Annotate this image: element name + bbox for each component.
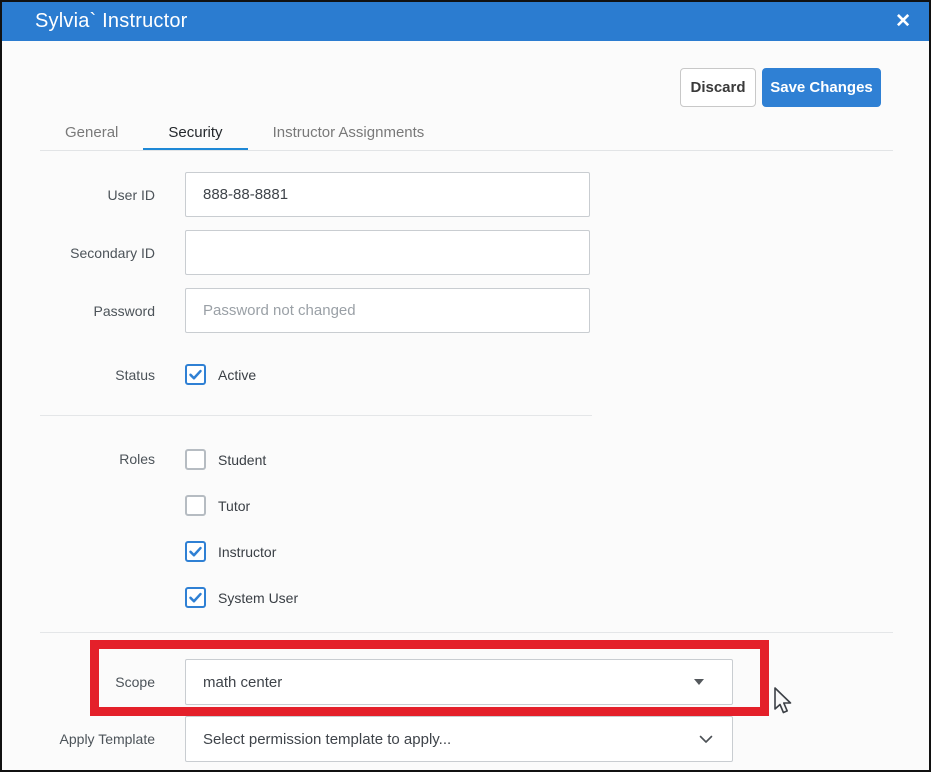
secondary-id-row: Secondary ID <box>40 230 590 275</box>
checkmark-icon <box>189 592 202 603</box>
discard-button[interactable]: Discard <box>680 68 756 107</box>
role-student-label: Student <box>218 451 267 468</box>
dialog-title: Sylvia` Instructor <box>35 10 188 32</box>
tab-security[interactable]: Security <box>143 113 248 151</box>
user-id-input[interactable] <box>185 172 590 217</box>
secondary-id-label: Secondary ID <box>70 244 155 261</box>
tab-instructor-assignments-label: Instructor Assignments <box>272 123 425 141</box>
scope-select[interactable]: math center <box>185 659 733 705</box>
save-changes-button[interactable]: Save Changes <box>762 68 881 107</box>
tab-bar: General Security Instructor Assignments <box>40 113 449 151</box>
checkmark-icon <box>189 369 202 380</box>
checkbox-checked-icon[interactable] <box>185 364 206 385</box>
role-system-user-label: System User <box>218 589 299 606</box>
tab-security-label: Security <box>168 123 223 141</box>
roles-row: Roles Student Tutor Instructor System Us… <box>40 449 298 608</box>
role-tutor-label: Tutor <box>218 497 251 514</box>
apply-template-select[interactable]: Select permission template to apply... <box>185 716 733 762</box>
dialog-actions: Discard Save Changes <box>680 68 881 107</box>
user-id-row: User ID <box>40 172 590 217</box>
checkbox-checked-icon[interactable] <box>185 541 206 562</box>
apply-template-row: Apply Template Select permission templat… <box>40 716 733 762</box>
dropdown-caret-icon <box>694 679 704 685</box>
tab-instructor-assignments[interactable]: Instructor Assignments <box>248 113 450 151</box>
roles-label: Roles <box>119 451 155 467</box>
status-option-label: Active <box>218 366 257 383</box>
checkbox-unchecked-icon[interactable] <box>185 495 206 516</box>
dialog-titlebar: Sylvia` Instructor ✕ <box>2 2 929 41</box>
password-row: Password <box>40 288 590 333</box>
tab-bar-divider <box>40 150 893 151</box>
apply-template-selected-value: Select permission template to apply... <box>203 730 452 748</box>
roles-checkbox-group: Student Tutor Instructor System User <box>185 449 298 608</box>
password-label: Password <box>93 302 155 319</box>
instructor-edit-dialog: Sylvia` Instructor ✕ Discard Save Change… <box>0 0 931 772</box>
chevron-down-icon <box>699 735 713 743</box>
user-id-label: User ID <box>107 186 155 203</box>
scope-selected-value: math center <box>203 673 283 691</box>
mouse-cursor-icon <box>774 687 792 714</box>
role-instructor-label: Instructor <box>218 543 277 560</box>
section-divider <box>40 632 893 633</box>
role-student-checkbox-row[interactable]: Student <box>185 449 298 470</box>
role-instructor-checkbox-row[interactable]: Instructor <box>185 541 298 562</box>
close-icon[interactable]: ✕ <box>891 10 915 33</box>
tab-general[interactable]: General <box>40 113 143 151</box>
scope-row: Scope math center <box>40 659 733 705</box>
apply-template-label: Apply Template <box>59 731 155 747</box>
role-system-user-checkbox-row[interactable]: System User <box>185 587 298 608</box>
role-tutor-checkbox-row[interactable]: Tutor <box>185 495 298 516</box>
checkbox-checked-icon[interactable] <box>185 587 206 608</box>
status-row: Status Active <box>40 352 256 397</box>
password-input[interactable] <box>185 288 590 333</box>
checkbox-unchecked-icon[interactable] <box>185 449 206 470</box>
status-label: Status <box>115 366 155 383</box>
checkmark-icon <box>189 546 202 557</box>
section-divider <box>40 415 592 416</box>
status-active-checkbox-row[interactable]: Active <box>185 364 256 385</box>
secondary-id-input[interactable] <box>185 230 590 275</box>
scope-label: Scope <box>115 674 155 690</box>
tab-general-label: General <box>65 123 119 141</box>
